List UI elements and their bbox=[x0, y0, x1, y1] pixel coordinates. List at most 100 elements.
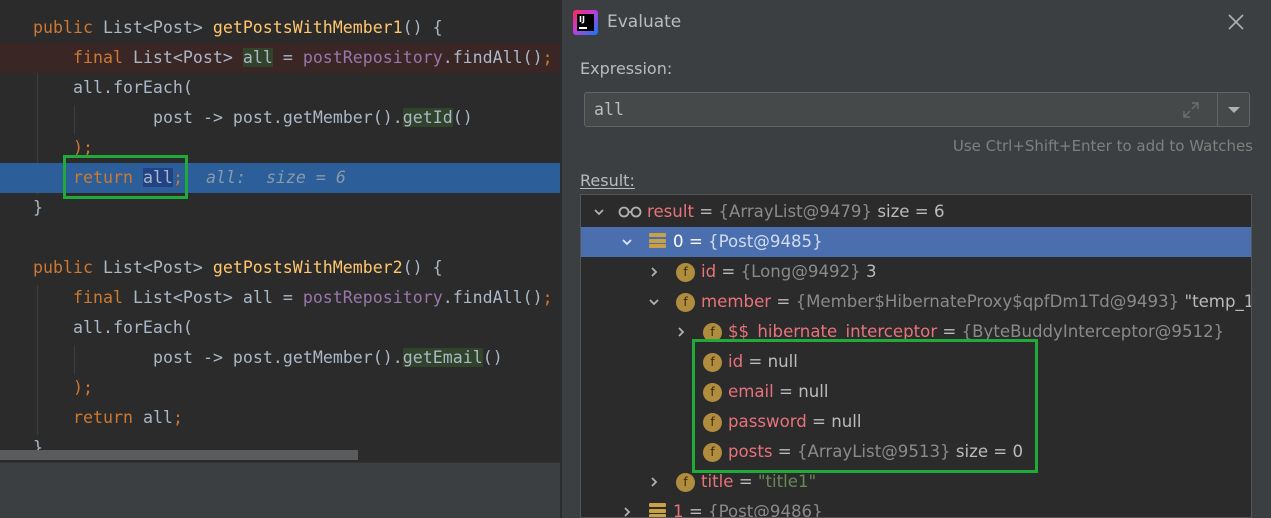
closing-brace: } bbox=[33, 198, 43, 217]
field-postRepository: postRepository bbox=[302, 48, 443, 67]
keyword-return: return bbox=[73, 408, 133, 427]
array-element-icon bbox=[649, 233, 666, 250]
node-string-value: "title1" bbox=[757, 472, 817, 491]
semicolon: ; bbox=[542, 288, 553, 307]
node-name: 1 bbox=[673, 502, 684, 518]
assign: = bbox=[272, 288, 303, 307]
equals: = bbox=[716, 262, 741, 281]
chevron-down-icon bbox=[1228, 107, 1240, 113]
node-name: 0 bbox=[673, 232, 684, 251]
chevron-right-icon[interactable] bbox=[648, 476, 660, 488]
lambda-suffix: () bbox=[452, 108, 473, 127]
node-ref: {Post@9486} bbox=[708, 502, 823, 518]
method-name: getPostsWithMember2 bbox=[212, 258, 403, 277]
code-line-foreach[interactable]: all.forEach( bbox=[0, 313, 560, 343]
chevron-down-icon[interactable] bbox=[648, 296, 660, 308]
tree-row-item-1[interactable]: 1 = {Post@9486} bbox=[581, 497, 1251, 518]
method-name: getPostsWithMember1 bbox=[212, 18, 403, 37]
chevron-right-icon[interactable] bbox=[621, 506, 633, 518]
tree-row-item-0[interactable]: 0 = {Post@9485} bbox=[581, 227, 1251, 257]
lambda-prefix: post -> post.getMember(). bbox=[153, 348, 403, 367]
tree-row-member[interactable]: f member = {Member$HibernateProxy$qpfDm1… bbox=[581, 287, 1251, 317]
expression-label: Expression: bbox=[580, 59, 673, 78]
keyword-public: public bbox=[33, 18, 103, 37]
node-ref: {Member$HibernateProxy$qpfDm1Td@9493} bbox=[795, 292, 1180, 311]
method-params: () { bbox=[402, 18, 443, 37]
watch-glasses-icon bbox=[618, 206, 642, 218]
field-icon: f bbox=[676, 293, 695, 312]
highlight-box-return bbox=[63, 155, 188, 199]
code-line-lambda[interactable]: post -> post.getMember().getEmail() bbox=[0, 343, 560, 373]
equals: = bbox=[693, 202, 719, 221]
equals: = bbox=[683, 232, 709, 251]
code-line-findall-error[interactable]: final List<Post> all = postRepository.fi… bbox=[0, 43, 560, 73]
equals: = bbox=[683, 502, 709, 518]
node-ref: {Long@9492} bbox=[740, 262, 861, 281]
return-type: List<Post> bbox=[102, 258, 213, 277]
code-line-findall[interactable]: final List<Post> all = postRepository.fi… bbox=[0, 283, 560, 313]
code-editor[interactable]: public List<Post> getPostsWithMember1() … bbox=[0, 0, 560, 518]
foreach-text: all.forEach( bbox=[73, 78, 193, 97]
field-icon: f bbox=[676, 473, 695, 492]
equals: = bbox=[733, 472, 758, 491]
var-all: all bbox=[242, 48, 273, 67]
lambda-prefix: post -> post.getMember(). bbox=[153, 108, 403, 127]
chevron-down-icon[interactable] bbox=[593, 206, 605, 218]
method-getId: getId bbox=[402, 108, 453, 127]
node-value: 3 bbox=[860, 262, 877, 281]
call-findAll: .findAll() bbox=[442, 48, 543, 67]
lambda-suffix: () bbox=[482, 348, 503, 367]
method-getEmail: getEmail bbox=[402, 348, 483, 367]
node-name: member bbox=[701, 292, 772, 311]
code-line-close[interactable]: ); bbox=[0, 373, 560, 403]
close-paren: ); bbox=[73, 378, 93, 397]
method-params: () { bbox=[402, 258, 443, 277]
var-type: List<Post> bbox=[132, 288, 243, 307]
code-line-method2-signature[interactable]: public List<Post> getPostsWithMember2() … bbox=[0, 253, 560, 283]
close-icon bbox=[1228, 14, 1244, 30]
expression-field[interactable] bbox=[584, 92, 1250, 127]
code-line-method1-signature[interactable]: public List<Post> getPostsWithMember1() … bbox=[0, 13, 560, 43]
result-label: Result: bbox=[580, 171, 635, 190]
watches-hint: Use Ctrl+Shift+Enter to add to Watches bbox=[952, 137, 1253, 155]
semicolon: ; bbox=[542, 48, 553, 67]
dialog-title: Evaluate bbox=[607, 12, 682, 32]
node-name: id bbox=[701, 262, 717, 281]
tree-row-result[interactable]: result = {ArrayList@9479} size = 6 bbox=[581, 197, 1251, 227]
var-all: all bbox=[142, 408, 173, 427]
code-line-foreach[interactable]: all.forEach( bbox=[0, 73, 560, 103]
chevron-right-icon[interactable] bbox=[675, 326, 687, 338]
node-ref: {ArrayList@9479} bbox=[718, 202, 873, 221]
var-type: List<Post> bbox=[132, 48, 243, 67]
inline-debug-hint: all: size = 6 bbox=[206, 168, 346, 187]
close-button[interactable] bbox=[1222, 8, 1250, 36]
node-name: title bbox=[701, 472, 734, 491]
chevron-right-icon[interactable] bbox=[648, 266, 660, 278]
editor-bottom-panel bbox=[0, 462, 560, 518]
equals: = bbox=[771, 292, 796, 311]
keyword-final: final bbox=[73, 48, 133, 67]
code-line-return[interactable]: return all; bbox=[0, 403, 560, 433]
keyword-public: public bbox=[33, 258, 103, 277]
semicolon: ; bbox=[172, 408, 183, 427]
code-line-lambda[interactable]: post -> post.getMember().getId() bbox=[0, 103, 560, 133]
field-icon: f bbox=[676, 263, 695, 282]
node-value: size = 6 bbox=[872, 202, 945, 221]
keyword-final: final bbox=[73, 288, 133, 307]
node-ref: {Post@9485} bbox=[708, 232, 823, 251]
assign: = bbox=[272, 48, 303, 67]
expand-icon[interactable] bbox=[1181, 100, 1201, 120]
node-name: result bbox=[647, 202, 694, 221]
var-all: all bbox=[242, 288, 273, 307]
node-value: "temp_1.te bbox=[1184, 292, 1251, 311]
expression-input[interactable] bbox=[594, 93, 1174, 126]
return-type: List<Post> bbox=[102, 18, 213, 37]
horizontal-scrollbar[interactable] bbox=[0, 450, 358, 460]
field-postRepository: postRepository bbox=[302, 288, 443, 307]
history-dropdown-button[interactable] bbox=[1218, 93, 1250, 126]
tree-row-id[interactable]: f id = {Long@9492} 3 bbox=[581, 257, 1251, 287]
intellij-logo-icon: IJ bbox=[573, 10, 598, 35]
chevron-down-icon[interactable] bbox=[621, 236, 633, 248]
array-element-icon bbox=[649, 503, 666, 517]
